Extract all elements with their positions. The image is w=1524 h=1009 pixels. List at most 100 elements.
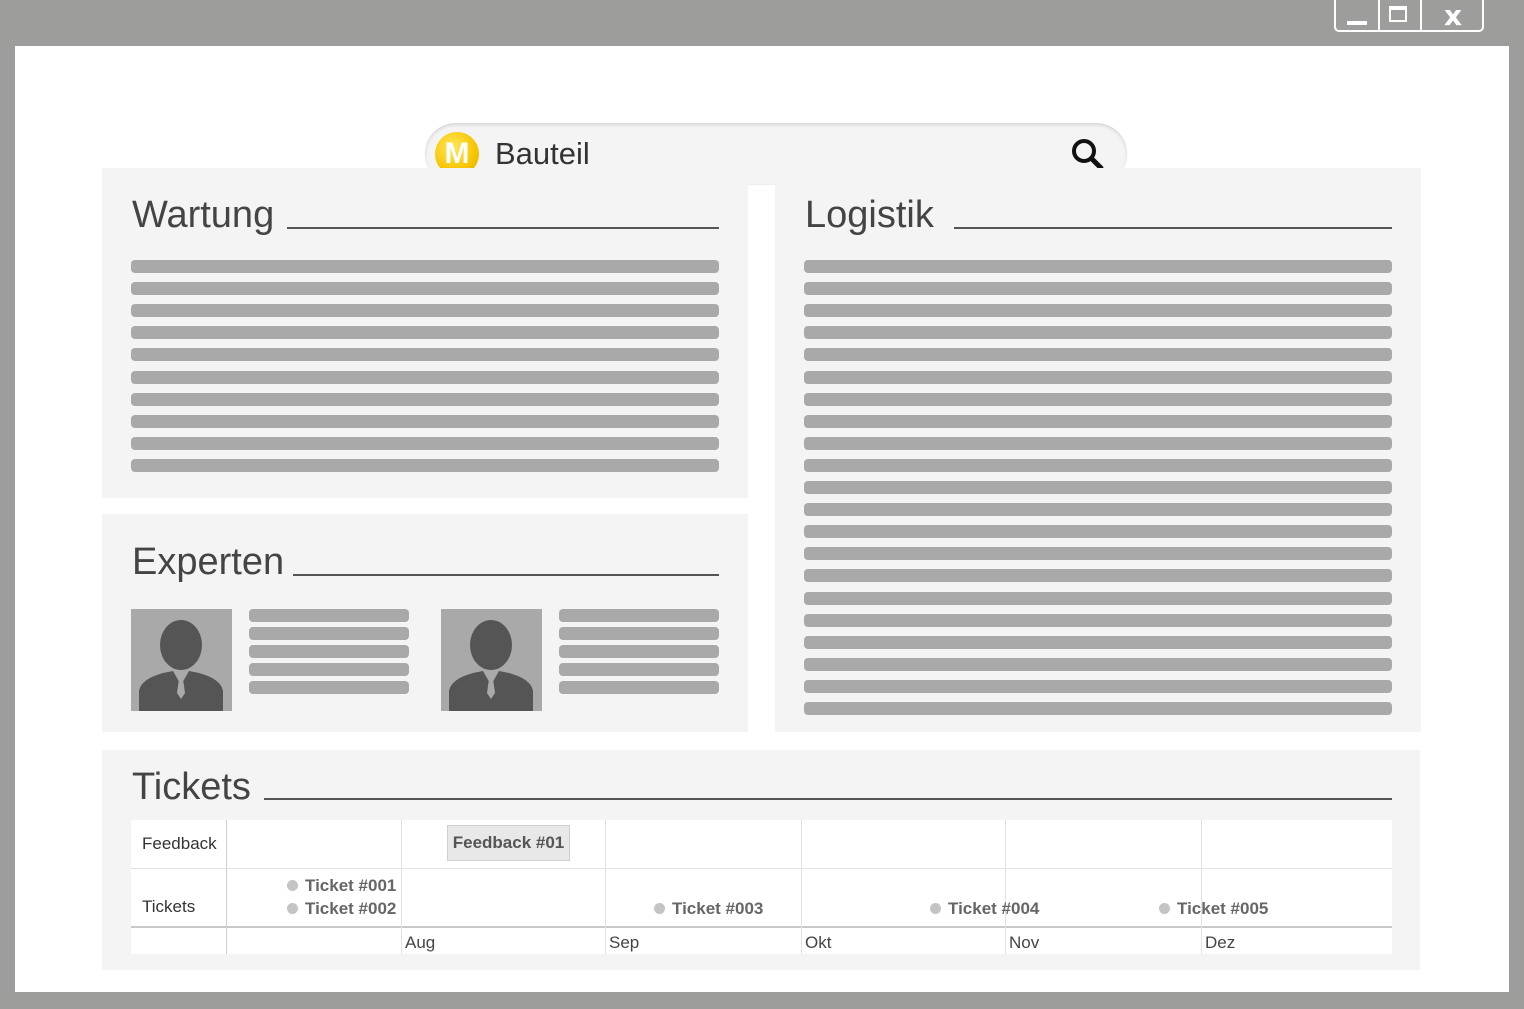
month-label: Nov [1009, 933, 1040, 952]
month-label: Aug [405, 933, 436, 952]
placeholder-text-line [131, 414, 719, 428]
placeholder-text-line [249, 645, 409, 658]
placeholder-text-line [804, 613, 1392, 627]
placeholder-text-line [804, 392, 1392, 406]
placeholder-text-line [131, 326, 719, 340]
maximize-icon [1389, 6, 1407, 22]
logistik-panel: Logistik [775, 168, 1421, 732]
placeholder-text-line [559, 681, 719, 694]
placeholder-text-line [804, 481, 1392, 494]
person-silhouette-icon [449, 620, 533, 711]
window-content: M Bauteil Wartung Logistik Experten Tick… [15, 46, 1509, 992]
placeholder-text-line [249, 663, 409, 676]
wartung-panel: Wartung [102, 168, 748, 498]
placeholder-text-line [559, 645, 719, 658]
placeholder-text-line [249, 681, 409, 694]
expert-avatar[interactable] [441, 609, 542, 711]
month-divider [1005, 820, 1006, 954]
close-icon: x [1443, 0, 1463, 32]
placeholder-text-line [559, 627, 719, 640]
panel-title-logistik: Logistik [805, 194, 934, 236]
placeholder-text-line [804, 436, 1392, 450]
placeholder-text-line [131, 304, 719, 318]
placeholder-text-line [804, 260, 1392, 273]
expert-avatar[interactable] [131, 609, 232, 711]
ticket-label: Ticket #002 [305, 899, 397, 918]
placeholder-text-line [131, 348, 719, 362]
placeholder-text-line [804, 458, 1392, 472]
month-divider [605, 820, 606, 954]
ticket-dot-icon [1159, 903, 1170, 914]
ticket-item[interactable]: Ticket #005 [1159, 899, 1268, 919]
title-rule [954, 227, 1392, 229]
placeholder-text-line [804, 547, 1392, 561]
panel-title-wartung: Wartung [132, 194, 275, 236]
minimize-button[interactable] [1336, 0, 1380, 30]
placeholder-text-line [131, 458, 719, 472]
ticket-dot-icon [930, 903, 941, 914]
placeholder-text-line [804, 591, 1392, 605]
month-divider [401, 820, 402, 954]
ticket-label: Ticket #001 [305, 876, 397, 895]
ticket-label: Ticket #005 [1177, 899, 1269, 918]
ticket-item[interactable]: Ticket #003 [654, 899, 763, 919]
placeholder-text-line [804, 326, 1392, 340]
placeholder-text-line [804, 414, 1392, 428]
placeholder-text-line [804, 702, 1392, 715]
title-rule [287, 227, 719, 229]
placeholder-text-line [131, 436, 719, 450]
placeholder-text-line [804, 503, 1392, 517]
placeholder-text-line [559, 663, 719, 676]
maximize-button[interactable] [1378, 0, 1422, 30]
person-silhouette-icon [139, 620, 223, 711]
ticket-item[interactable]: Ticket #001 [287, 876, 396, 896]
placeholder-text-line [804, 304, 1392, 318]
label-column-divider [226, 820, 227, 954]
ticket-dot-icon [287, 903, 298, 914]
placeholder-text-line [804, 569, 1392, 583]
placeholder-text-line [131, 282, 719, 296]
placeholder-text-line [249, 627, 409, 640]
ticket-dot-icon [654, 903, 665, 914]
ticket-label: Ticket #003 [672, 899, 764, 918]
panel-title-tickets: Tickets [132, 766, 251, 808]
placeholder-text-line [804, 657, 1392, 671]
placeholder-text-line [804, 525, 1392, 539]
placeholder-text-line [131, 260, 719, 273]
minimize-icon [1347, 21, 1367, 25]
ticket-dot-icon [287, 880, 298, 891]
ticket-label: Ticket #004 [948, 899, 1040, 918]
search-icon[interactable] [1069, 136, 1105, 172]
row-divider [131, 868, 1392, 869]
month-label: Okt [805, 933, 832, 952]
placeholder-text-line [804, 635, 1392, 649]
ticket-item[interactable]: Ticket #002 [287, 899, 396, 919]
ticket-item[interactable]: Ticket #004 [930, 899, 1039, 919]
month-label: Sep [609, 933, 640, 952]
window-frame: x M Bauteil Wartung Logistik Experten Ti… [0, 0, 1524, 1009]
row-label-tickets: Tickets [142, 897, 196, 916]
placeholder-text-line [559, 609, 719, 622]
placeholder-text-line [804, 679, 1392, 693]
month-divider [801, 820, 802, 954]
tickets-panel: Tickets Feedback Tickets Aug Sep Okt Nov… [102, 750, 1420, 970]
placeholder-text-line [804, 282, 1392, 296]
search-input[interactable]: Bauteil [495, 137, 590, 171]
month-label: Dez [1205, 933, 1236, 952]
month-divider [1201, 820, 1202, 954]
tickets-timeline: Feedback Tickets Aug Sep Okt Nov Dez Fee… [131, 820, 1392, 954]
feedback-item[interactable]: Feedback #01 [447, 825, 570, 861]
placeholder-text-line [804, 348, 1392, 362]
experten-panel: Experten [102, 514, 748, 732]
title-rule [293, 574, 719, 576]
panel-title-experten: Experten [132, 541, 285, 583]
row-label-feedback: Feedback [142, 834, 217, 853]
timeline-axis [131, 926, 1392, 928]
placeholder-text-line [131, 370, 719, 384]
window-controls: x [1334, 0, 1484, 32]
placeholder-text-line [131, 392, 719, 406]
close-button[interactable]: x [1422, 0, 1484, 32]
title-rule [264, 798, 1392, 800]
placeholder-text-line [249, 609, 409, 622]
placeholder-text-line [804, 370, 1392, 384]
